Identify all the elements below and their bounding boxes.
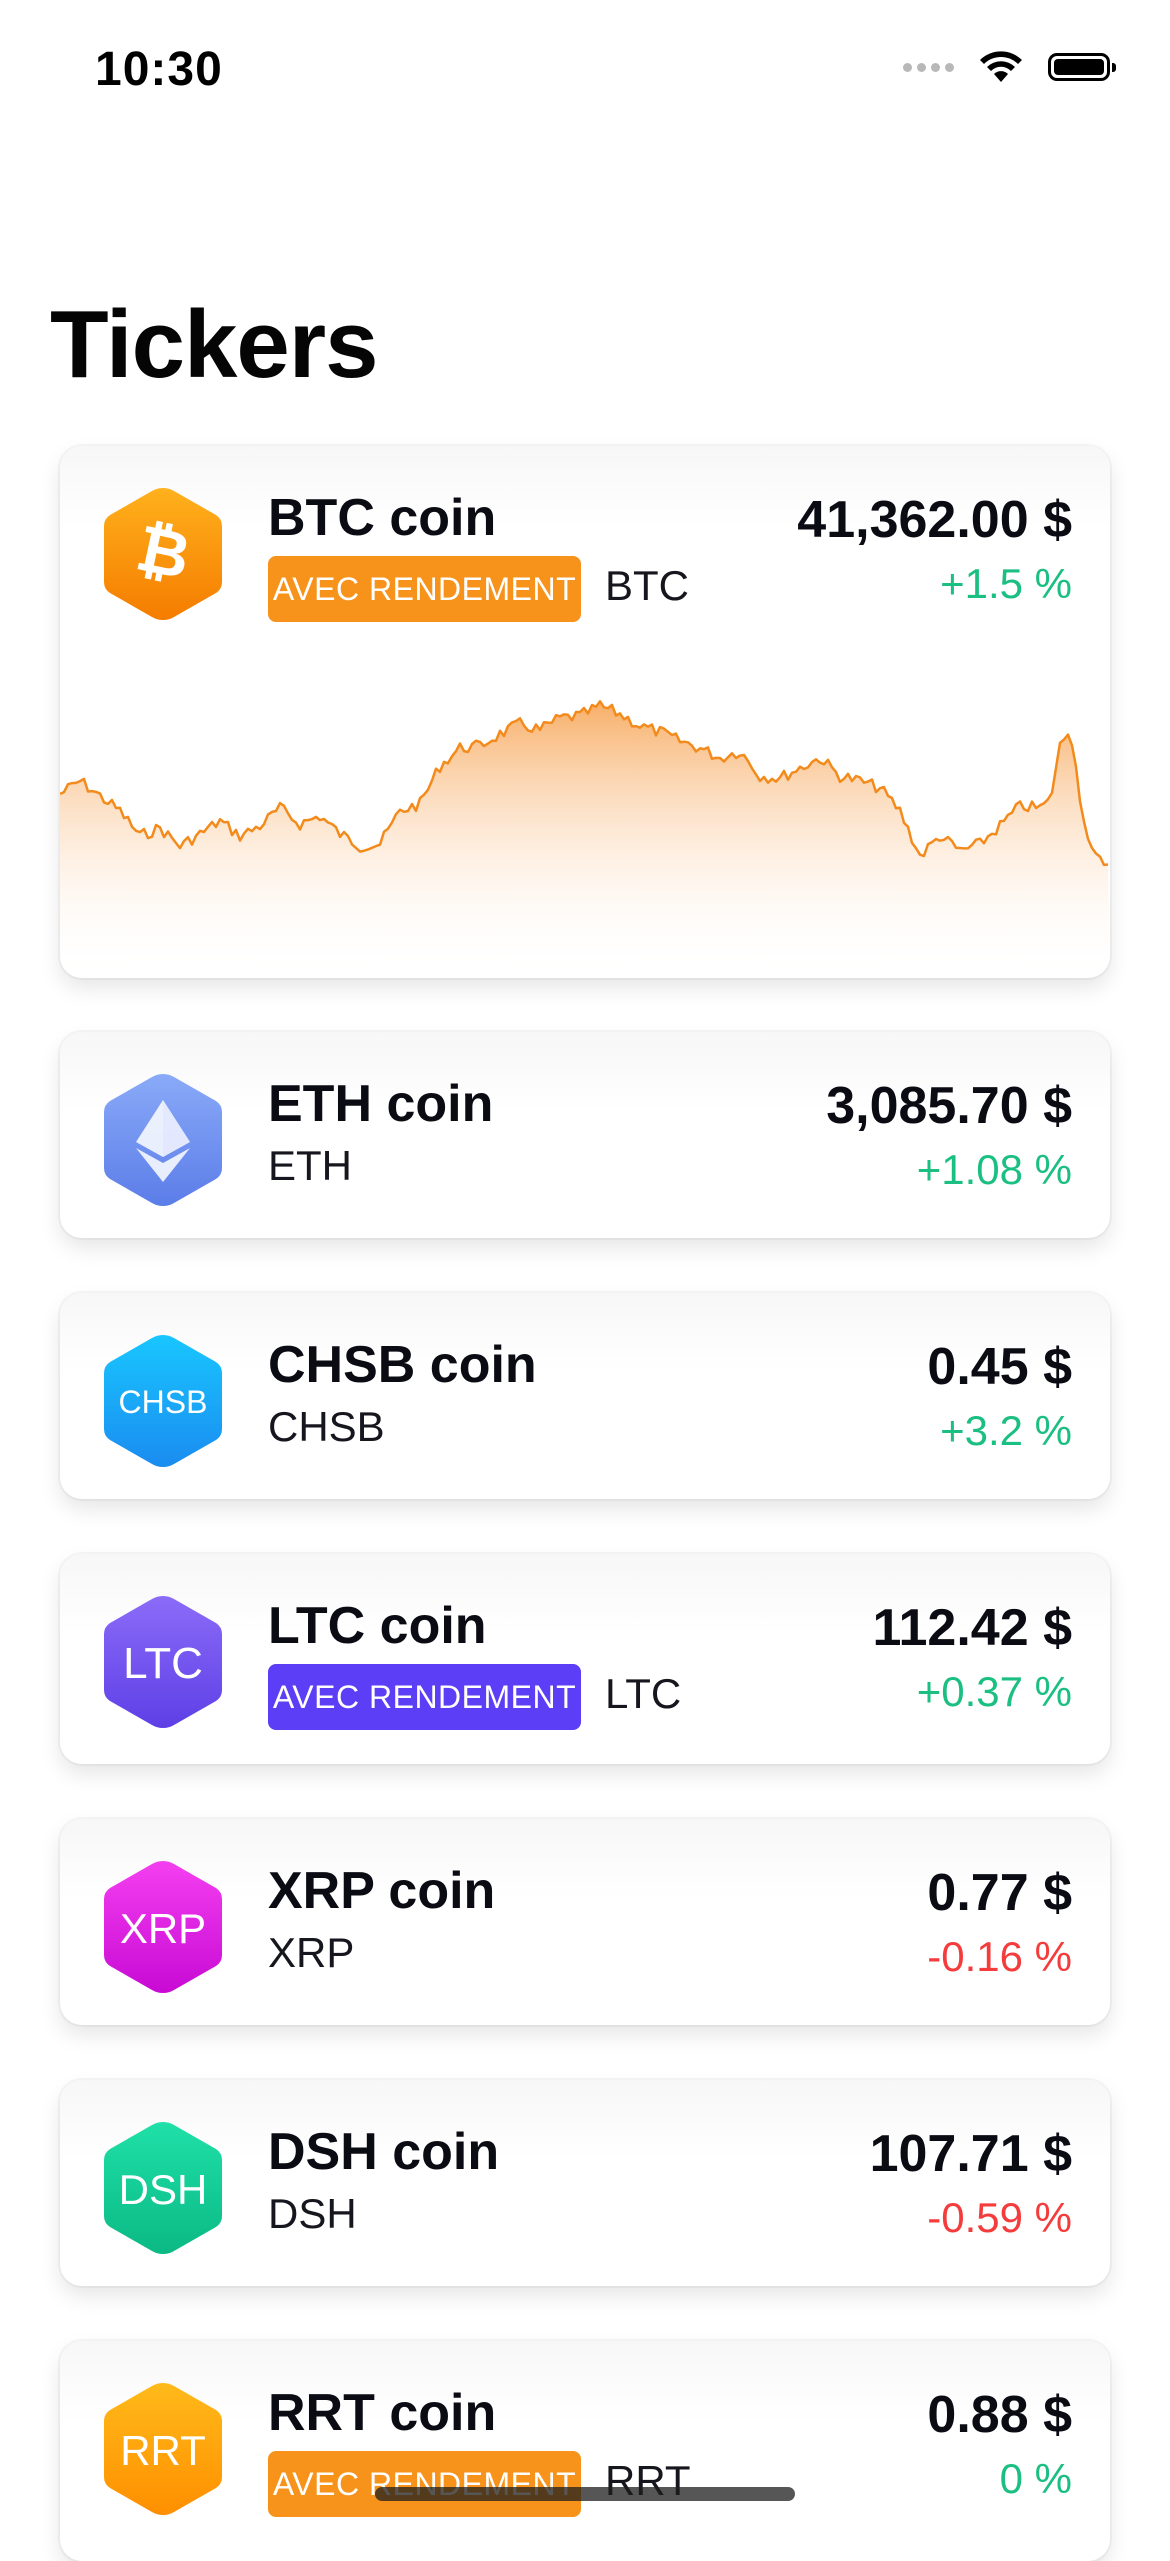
rrt-icon: RRT [98, 2379, 228, 2519]
signal-dots-icon [903, 62, 954, 72]
coin-price: 112.42 $ [872, 1599, 1072, 1657]
coin-symbol: BTC [605, 562, 689, 609]
coin-name: BTC coin [268, 489, 497, 547]
price-change: -0.16 % [927, 1933, 1072, 1980]
coin-symbol: XRP [268, 1929, 355, 1976]
coin-price: 107.71 $ [869, 2125, 1072, 2183]
icon-label: XRP [120, 1905, 206, 1952]
icon-label: LTC [123, 1639, 203, 1688]
coin-price: 41,362.00 $ [797, 491, 1072, 549]
status-icons [903, 50, 1116, 84]
coin-name: RRT coin [268, 2384, 497, 2442]
coin-price: 0.45 $ [927, 1338, 1072, 1396]
status-bar: 10:30 [0, 0, 1170, 150]
price-sparkline [60, 700, 1110, 976]
price-change: +0.37 % [916, 1668, 1072, 1715]
yield-badge: AVEC RENDEMENT [268, 2451, 581, 2517]
price-change: -0.59 % [927, 2194, 1072, 2241]
status-time: 10:30 [95, 43, 223, 96]
ticker-card-xrp[interactable]: XRP XRP coin XRP 0.77 $ -0.16 % [60, 1819, 1110, 2025]
dsh-icon: DSH [98, 2118, 228, 2258]
coin-symbol: CHSB [268, 1403, 385, 1450]
ticker-card-dsh[interactable]: DSH DSH coin DSH 107.71 $ -0.59 % [60, 2080, 1110, 2286]
coin-name: ETH coin [268, 1075, 494, 1133]
yield-badge: AVEC RENDEMENT [268, 1664, 581, 1730]
price-change: 0 % [999, 2455, 1072, 2502]
ticker-card-chsb[interactable]: CHSB CHSB coin CHSB 0.45 $ +3.2 % [60, 1293, 1110, 1499]
ltc-icon: LTC [98, 1592, 228, 1732]
coin-name: DSH coin [268, 2123, 500, 2181]
price-change: +1.08 % [916, 1146, 1072, 1193]
icon-label: RRT [120, 2427, 206, 2474]
ticker-card-rrt[interactable]: RRT RRT coin AVEC RENDEMENT RRT 0.88 $ 0… [60, 2341, 1110, 2561]
ticker-card-ltc[interactable]: LTC LTC coin AVEC RENDEMENT LTC 112.42 $… [60, 1554, 1110, 1764]
ethereum-icon [98, 1070, 228, 1210]
coin-symbol: LTC [605, 1670, 682, 1717]
ticker-card-btc[interactable]: ₿ BTC coin AVEC RENDEMENT BTC 41,362.00 … [60, 446, 1110, 978]
price-change: +1.5 % [940, 560, 1072, 607]
coin-price: 3,085.70 $ [826, 1077, 1072, 1135]
wifi-icon [980, 51, 1022, 82]
page-title: Tickers [50, 291, 378, 398]
xrp-icon: XRP [98, 1857, 228, 1997]
coin-symbol: ETH [268, 1142, 352, 1189]
chsb-icon: CHSB [98, 1331, 228, 1471]
coin-name: CHSB coin [268, 1336, 537, 1394]
yield-badge: AVEC RENDEMENT [268, 556, 581, 622]
bitcoin-icon: ₿ [98, 484, 228, 624]
icon-label: DSH [119, 2166, 208, 2213]
coin-name: LTC coin [268, 1597, 487, 1655]
coin-symbol: DSH [268, 2190, 357, 2237]
home-indicator[interactable] [375, 2487, 795, 2501]
battery-icon [1048, 53, 1116, 81]
ticker-card-eth[interactable]: ETH coin ETH 3,085.70 $ +1.08 % [60, 1032, 1110, 1238]
price-change: +3.2 % [940, 1407, 1072, 1454]
coin-price: 0.77 $ [927, 1864, 1072, 1922]
icon-label: CHSB [119, 1384, 208, 1420]
coin-price: 0.88 $ [927, 2386, 1072, 2444]
coin-name: XRP coin [268, 1862, 496, 1920]
